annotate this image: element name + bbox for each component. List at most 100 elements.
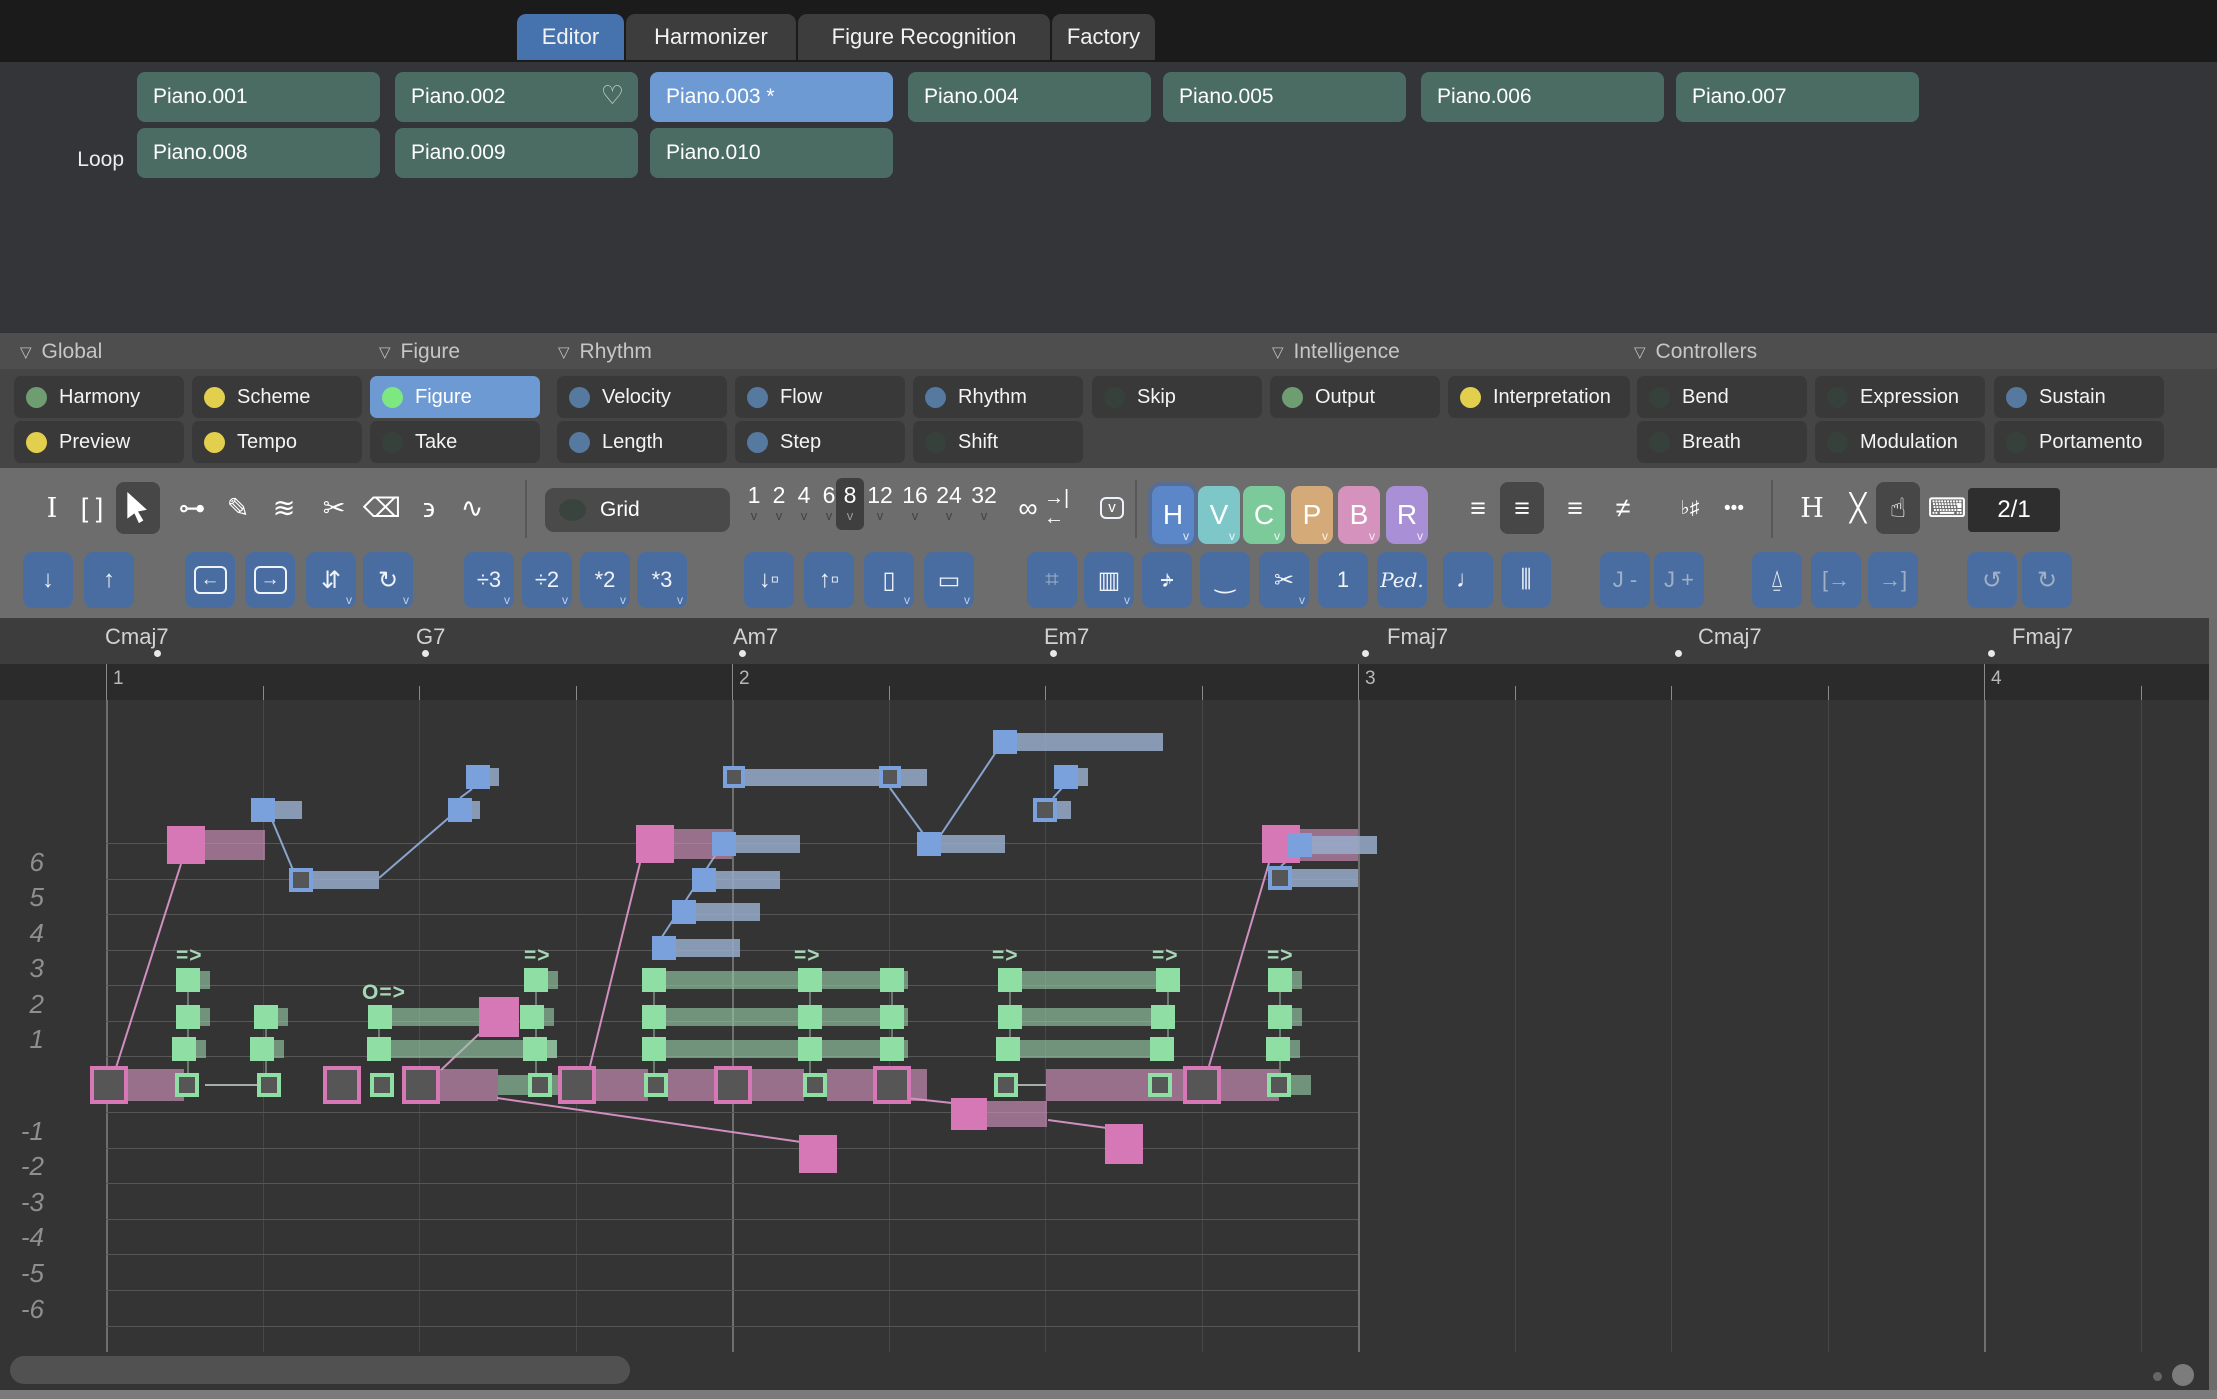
- note-tail[interactable]: [666, 1040, 908, 1058]
- experiment-button[interactable]: ⍙: [1752, 552, 1802, 608]
- note-head-selected[interactable]: [528, 1073, 552, 1097]
- grid-button[interactable]: Grid: [545, 488, 730, 532]
- note-head[interactable]: [692, 868, 716, 892]
- note-head[interactable]: [1288, 833, 1312, 857]
- grid-division-12[interactable]: 12v: [862, 478, 898, 530]
- section-header-controllers[interactable]: ▽Controllers: [1634, 339, 1757, 365]
- extend-left-button[interactable]: [→: [1811, 552, 1861, 608]
- note-tail[interactable]: [472, 801, 480, 819]
- note-head-selected[interactable]: [644, 1073, 668, 1097]
- note-head[interactable]: [998, 1005, 1022, 1029]
- note-tail[interactable]: [1312, 836, 1377, 854]
- grid-division-8[interactable]: 8v: [836, 478, 864, 530]
- note-head[interactable]: [712, 832, 736, 856]
- param-button-shift[interactable]: Shift: [913, 421, 1083, 463]
- note-head[interactable]: [636, 825, 674, 863]
- extend-right-button[interactable]: →]: [1868, 552, 1918, 608]
- loop-button[interactable]: Piano.003 *: [650, 72, 893, 122]
- note-tail[interactable]: [275, 801, 302, 819]
- pointer-icon[interactable]: [116, 482, 160, 534]
- param-button-figure[interactable]: Figure: [370, 376, 540, 418]
- snap-icon[interactable]: →|←: [1044, 482, 1084, 534]
- undo-button[interactable]: ↺: [1967, 552, 2017, 608]
- section-header-global[interactable]: ▽Global: [20, 339, 102, 365]
- note-tail[interactable]: [987, 1101, 1047, 1127]
- divide-3-button[interactable]: ÷3v: [464, 552, 514, 608]
- param-button-harmony[interactable]: Harmony: [14, 376, 184, 418]
- note-tail[interactable]: [596, 1069, 648, 1101]
- h-frame-icon[interactable]: H: [1790, 482, 1834, 534]
- layer-button-p[interactable]: Pv: [1291, 486, 1333, 544]
- note-head[interactable]: [1054, 765, 1078, 789]
- note-tail[interactable]: [736, 835, 800, 853]
- note-head[interactable]: [996, 1037, 1020, 1061]
- note-head[interactable]: [1268, 1005, 1292, 1029]
- note-tail[interactable]: [205, 830, 265, 860]
- vertical-scrollbar[interactable]: [2209, 618, 2217, 1390]
- note-tail[interactable]: [911, 1069, 927, 1101]
- note-head[interactable]: [917, 832, 941, 856]
- scissors-icon[interactable]: ✂: [312, 482, 356, 534]
- chord-marker-dot[interactable]: [1675, 650, 1682, 657]
- nudge-left-button[interactable]: ←: [185, 552, 235, 608]
- nodes-icon[interactable]: ⊶: [170, 482, 214, 534]
- grid-division-16[interactable]: 16v: [897, 478, 933, 530]
- note-head[interactable]: [642, 1005, 666, 1029]
- note-head[interactable]: [672, 900, 696, 924]
- move-up-button[interactable]: ↑: [84, 552, 134, 608]
- param-button-preview[interactable]: Preview: [14, 421, 184, 463]
- grid-division-1[interactable]: 1v: [740, 478, 768, 530]
- note-head-selected[interactable]: [1033, 798, 1057, 822]
- tab-harmonizer[interactable]: Harmonizer: [626, 14, 796, 60]
- note-tail[interactable]: [1291, 1075, 1311, 1095]
- checkbox-icon[interactable]: v: [1092, 482, 1132, 534]
- note-head[interactable]: [798, 968, 822, 992]
- note-head[interactable]: [993, 730, 1017, 754]
- note-tail[interactable]: [548, 971, 558, 989]
- cancel-lines-icon[interactable]: ≠: [1601, 482, 1645, 534]
- note-tail[interactable]: [313, 871, 379, 889]
- favorite-heart-icon[interactable]: ♡: [601, 80, 624, 111]
- align-layers-1-icon[interactable]: ≡: [1456, 482, 1500, 534]
- param-button-take[interactable]: Take: [370, 421, 540, 463]
- param-button-sustain[interactable]: Sustain: [1994, 376, 2164, 418]
- loop-button[interactable]: Piano.009: [395, 128, 638, 178]
- note-head[interactable]: [798, 1005, 822, 1029]
- layer-button-h[interactable]: Hv: [1152, 486, 1194, 544]
- more-dots-icon[interactable]: •••: [1712, 482, 1756, 534]
- note-head[interactable]: [520, 1005, 544, 1029]
- note-head-selected[interactable]: [289, 868, 313, 892]
- layer-button-c[interactable]: Cv: [1243, 486, 1285, 544]
- note-tail[interactable]: [490, 768, 499, 786]
- param-button-step[interactable]: Step: [735, 421, 905, 463]
- ruler-vertical-button[interactable]: ▯v: [864, 552, 914, 608]
- param-button-modulation[interactable]: Modulation: [1815, 421, 1985, 463]
- note-head[interactable]: [367, 1037, 391, 1061]
- chord-marker-dot[interactable]: [1362, 650, 1369, 657]
- param-button-velocity[interactable]: Velocity: [557, 376, 727, 418]
- note-head[interactable]: [642, 968, 666, 992]
- note-tail[interactable]: [200, 1008, 210, 1026]
- render-button[interactable]: ▥v: [1084, 552, 1134, 608]
- note-head[interactable]: [1156, 968, 1180, 992]
- note-tail[interactable]: [196, 1040, 206, 1058]
- section-header-rhythm[interactable]: ▽Rhythm: [558, 339, 652, 365]
- collapse-triangle-icon[interactable]: ▽: [379, 343, 391, 361]
- note-tail[interactable]: [1292, 869, 1358, 887]
- strings-button[interactable]: ⫼: [1501, 552, 1551, 608]
- align-layers-2-icon[interactable]: ≡: [1500, 482, 1544, 534]
- note-head-selected[interactable]: [558, 1066, 596, 1104]
- loop-button[interactable]: Piano.008: [137, 128, 380, 178]
- note-head[interactable]: [523, 1037, 547, 1061]
- grid-division-2[interactable]: 2v: [765, 478, 793, 530]
- note-head-selected[interactable]: [803, 1073, 827, 1097]
- param-button-length[interactable]: Length: [557, 421, 727, 463]
- chord-marker-dot[interactable]: [422, 650, 429, 657]
- collapse-triangle-icon[interactable]: ▽: [558, 343, 570, 361]
- infinity-icon[interactable]: ∞: [1008, 482, 1048, 534]
- redo-button[interactable]: ↻: [2022, 552, 2072, 608]
- chord-marker-dot[interactable]: [1050, 650, 1057, 657]
- note-tail[interactable]: [676, 939, 740, 957]
- note-head[interactable]: [448, 798, 472, 822]
- loop-button[interactable]: Piano.010: [650, 128, 893, 178]
